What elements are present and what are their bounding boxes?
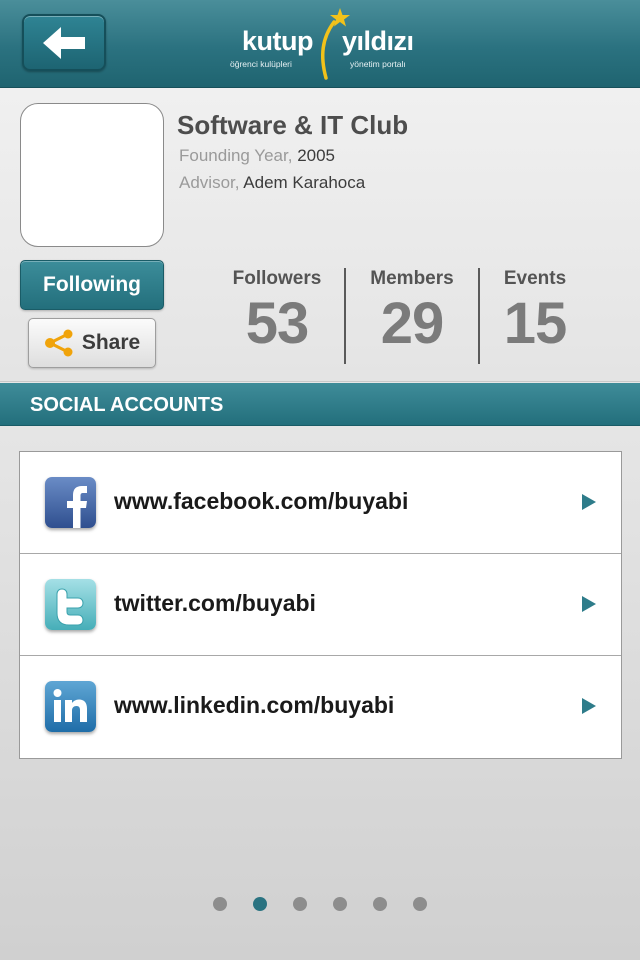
- members-count: 29: [380, 291, 445, 356]
- advisor: Advisor, Adem Karahoca: [179, 173, 365, 193]
- page-dot[interactable]: [373, 897, 387, 911]
- page-dot[interactable]: [333, 897, 347, 911]
- stat-members[interactable]: Members 29: [345, 268, 479, 356]
- app-logo: kutup yıldızı öğrenci kulüpleri yönetim …: [224, 8, 424, 82]
- chevron-right-icon: [582, 596, 596, 612]
- social-row-linkedin[interactable]: www.linkedin.com/buyabi: [20, 656, 621, 758]
- advisor-value: Adem Karahoca: [243, 173, 366, 192]
- stat-events[interactable]: Events 15: [468, 268, 602, 356]
- share-label: Share: [81, 331, 141, 354]
- founding-year: Founding Year, 2005: [179, 146, 335, 166]
- top-bar: kutup yıldızı öğrenci kulüpleri yönetim …: [0, 0, 640, 88]
- page-dot-active[interactable]: [253, 897, 267, 911]
- stat-followers[interactable]: Followers 53: [210, 268, 344, 356]
- following-button[interactable]: Following: [20, 260, 164, 310]
- followers-count: 53: [245, 291, 310, 356]
- page-indicator[interactable]: [0, 897, 640, 911]
- social-row-twitter[interactable]: twitter.com/buyabi: [20, 554, 621, 656]
- chevron-right-icon: [582, 494, 596, 510]
- events-count: 15: [503, 291, 568, 356]
- advisor-label: Advisor,: [179, 173, 240, 192]
- logo-subtitle-right: yönetim portalı: [350, 59, 406, 69]
- club-name: Software & IT Club: [177, 110, 409, 140]
- back-button[interactable]: [22, 14, 106, 71]
- logo-subtitle-left: öğrenci kulüpleri: [230, 59, 292, 69]
- social-link-text: twitter.com/buyabi: [114, 590, 316, 616]
- page-dot[interactable]: [213, 897, 227, 911]
- members-label: Members: [370, 268, 454, 289]
- chevron-right-icon: [582, 698, 596, 714]
- linkedin-icon: [45, 681, 96, 732]
- share-icon: [44, 329, 73, 357]
- club-profile: Software & IT Club Founding Year, 2005 A…: [0, 88, 640, 382]
- twitter-icon: [45, 579, 96, 630]
- logo-word-right: yıldızı: [342, 26, 414, 56]
- facebook-icon: [45, 477, 96, 528]
- founding-year-value: 2005: [297, 146, 336, 165]
- social-link-text: www.linkedin.com/buyabi: [114, 692, 395, 718]
- section-title: SOCIAL ACCOUNTS: [30, 394, 224, 416]
- page-dot[interactable]: [293, 897, 307, 911]
- events-label: Events: [503, 268, 567, 289]
- social-link-text: www.facebook.com/buyabi: [114, 488, 409, 514]
- page-dot[interactable]: [413, 897, 427, 911]
- followers-label: Followers: [232, 268, 322, 289]
- share-button[interactable]: Share: [28, 318, 156, 368]
- club-avatar: [20, 103, 164, 247]
- logo-word-left: kutup: [242, 26, 314, 56]
- social-row-facebook[interactable]: www.facebook.com/buyabi: [20, 452, 621, 554]
- back-arrow-icon: [43, 26, 85, 59]
- founding-year-label: Founding Year,: [179, 146, 293, 165]
- social-accounts-list: www.facebook.com/buyabi twitter.com/buya…: [19, 451, 622, 759]
- section-header: SOCIAL ACCOUNTS: [0, 383, 640, 426]
